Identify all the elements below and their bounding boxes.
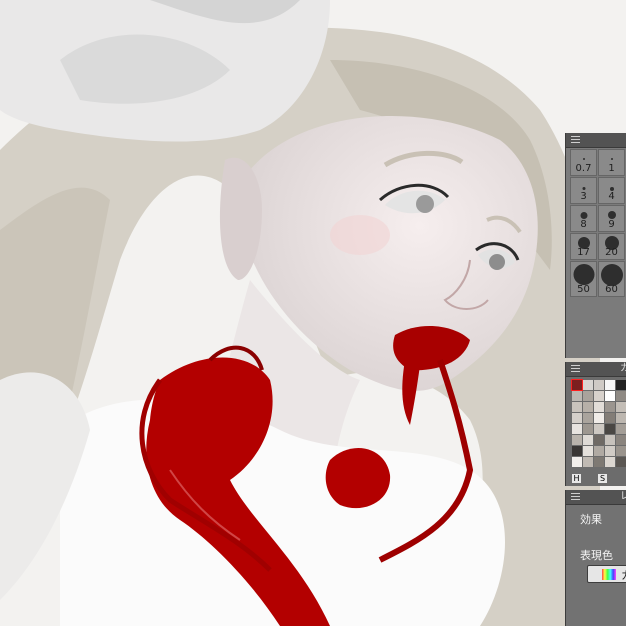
color-swatch[interactable] [594, 446, 604, 456]
color-swatch[interactable] [605, 424, 615, 434]
brush-size-0-7[interactable]: 0.7 [570, 149, 597, 176]
layer-property-panel-titlebar[interactable]: レ [566, 490, 626, 505]
artwork-canvas[interactable] [0, 0, 626, 626]
brush-size-8[interactable]: 8 [570, 205, 597, 232]
hue-label: H [572, 474, 581, 483]
color-swatch[interactable] [583, 435, 593, 445]
color-swatch[interactable] [572, 446, 582, 456]
brush-size-label: 3 [580, 191, 587, 202]
expression-color-label: 表現色 [580, 549, 613, 562]
layer-property-panel: レ 効果 表現色 カ [565, 490, 626, 626]
brush-size-17[interactable]: 17 [570, 233, 597, 260]
color-swatch[interactable] [616, 402, 626, 412]
color-swatch[interactable] [616, 413, 626, 423]
color-swatch[interactable] [572, 435, 582, 445]
brush-size-label: 1 [608, 163, 615, 174]
effect-label: 効果 [580, 513, 602, 526]
color-swatch[interactable] [572, 391, 582, 401]
brush-size-60[interactable]: 60 [598, 261, 625, 297]
brush-size-panel-titlebar[interactable] [566, 133, 626, 148]
color-swatch[interactable] [594, 413, 604, 423]
color-set-panel-title: カ [620, 363, 626, 374]
color-swatch[interactable] [583, 380, 593, 390]
color-swatch[interactable] [605, 391, 615, 401]
color-swatch[interactable] [583, 391, 593, 401]
brush-size-1[interactable]: 1 [598, 149, 625, 176]
color-swatch[interactable] [616, 435, 626, 445]
color-set-panel: カ H S [565, 362, 626, 486]
color-swatch[interactable] [594, 391, 604, 401]
brush-size-20[interactable]: 20 [598, 233, 625, 260]
color-swatch[interactable] [583, 424, 593, 434]
brush-size-label: 9 [608, 219, 615, 230]
color-swatch[interactable] [605, 446, 615, 456]
color-swatch[interactable] [583, 446, 593, 456]
color-mode-icon [602, 569, 616, 580]
brush-size-3[interactable]: 3 [570, 177, 597, 204]
layer-property-panel-title: レ [620, 491, 626, 502]
color-set-panel-titlebar[interactable]: カ [566, 362, 626, 377]
color-swatch[interactable] [616, 424, 626, 434]
color-swatch[interactable] [594, 380, 604, 390]
color-swatch[interactable] [571, 379, 583, 391]
color-swatch[interactable] [616, 391, 626, 401]
expression-color-value: カ [621, 567, 626, 583]
color-swatch[interactable] [594, 457, 604, 467]
panel-menu-icon[interactable] [571, 365, 580, 373]
color-swatch[interactable] [572, 413, 582, 423]
brush-size-4[interactable]: 4 [598, 177, 625, 204]
color-swatch[interactable] [583, 457, 593, 467]
color-swatch[interactable] [583, 402, 593, 412]
brush-size-label: 17 [577, 247, 590, 258]
color-swatch[interactable] [605, 435, 615, 445]
brush-size-panel: 0.7 1 3 4 8 9 17 20 50 60 [565, 133, 626, 358]
expression-color-select[interactable]: カ [587, 565, 626, 583]
color-swatch[interactable] [616, 380, 626, 390]
brush-size-9[interactable]: 9 [598, 205, 625, 232]
color-swatch[interactable] [572, 457, 582, 467]
color-swatch[interactable] [594, 435, 604, 445]
color-swatch[interactable] [605, 413, 615, 423]
brush-size-label: 60 [605, 284, 618, 295]
brush-size-label: 50 [577, 284, 590, 295]
panel-menu-icon[interactable] [571, 493, 580, 501]
brush-size-label: 8 [580, 219, 587, 230]
panel-menu-icon[interactable] [571, 136, 580, 144]
color-swatch[interactable] [583, 413, 593, 423]
color-swatch[interactable] [594, 402, 604, 412]
brush-size-label: 20 [605, 247, 618, 258]
brush-size-label: 0.7 [575, 163, 592, 174]
color-swatch[interactable] [594, 424, 604, 434]
color-swatch[interactable] [616, 457, 626, 467]
color-swatch[interactable] [605, 457, 615, 467]
saturation-label: S [598, 474, 607, 483]
color-swatch[interactable] [572, 424, 582, 434]
color-swatch[interactable] [605, 402, 615, 412]
brush-size-label: 4 [608, 191, 615, 202]
color-swatch[interactable] [616, 446, 626, 456]
color-swatch[interactable] [605, 380, 615, 390]
color-swatch[interactable] [572, 402, 582, 412]
brush-size-50[interactable]: 50 [570, 261, 597, 297]
